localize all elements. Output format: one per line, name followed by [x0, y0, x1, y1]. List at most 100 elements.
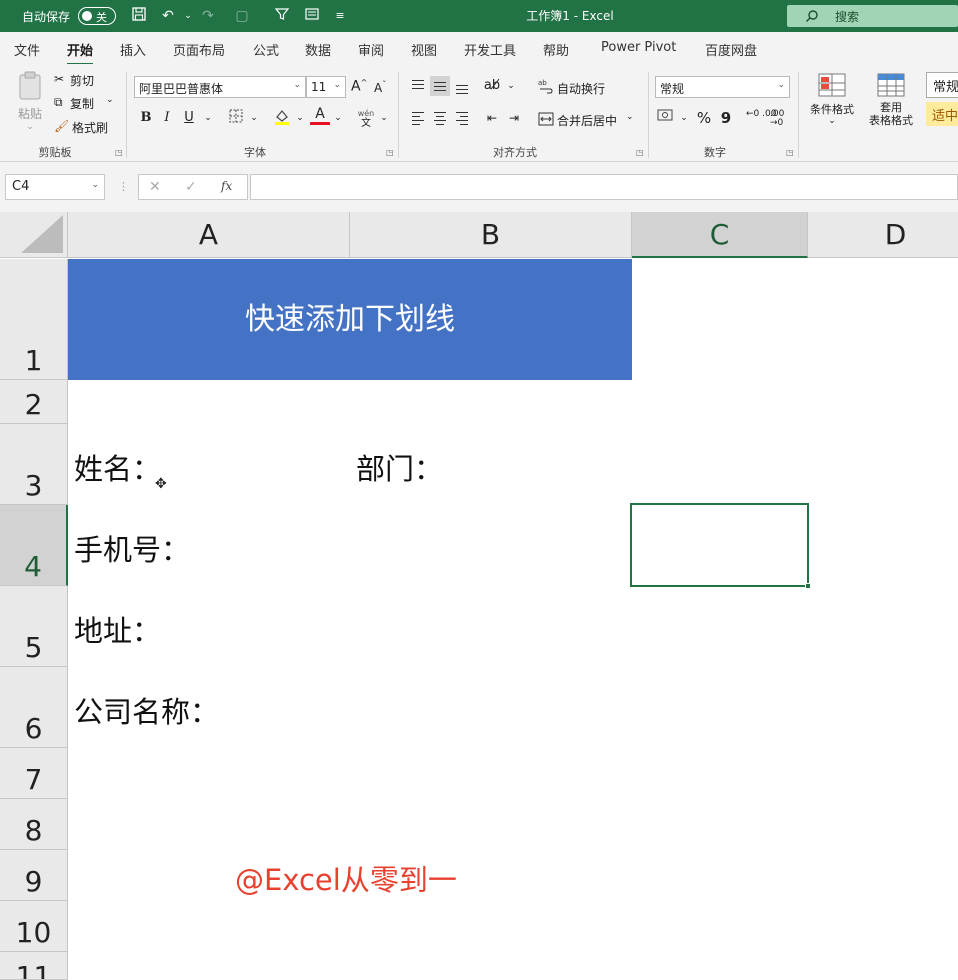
clipboard-launcher-icon[interactable]: ◳: [115, 148, 123, 157]
row-header-4[interactable]: 4: [0, 505, 68, 586]
fill-color-icon[interactable]: [272, 108, 292, 128]
align-middle-icon[interactable]: [430, 76, 450, 96]
paste-button[interactable]: 粘贴 ⌄: [14, 70, 46, 132]
customize-qat-icon[interactable]: ≡: [330, 6, 350, 26]
company-label-cell[interactable]: 公司名称：: [74, 689, 219, 731]
accounting-format-icon[interactable]: [656, 108, 676, 128]
number-format-select[interactable]: 常规 ⌄: [655, 76, 790, 98]
bold-button[interactable]: B: [136, 108, 156, 128]
merge-center-button[interactable]: 合并后居中: [557, 112, 617, 129]
decrease-font-button[interactable]: Aˇ: [374, 80, 386, 95]
column-header-b[interactable]: B: [350, 212, 632, 258]
tab-home[interactable]: 开始: [67, 40, 94, 66]
decrease-decimal-button[interactable]: .00 →0: [770, 110, 792, 128]
orientation-dropdown-icon[interactable]: ⌄: [501, 76, 521, 96]
align-right-icon[interactable]: [452, 108, 472, 128]
cancel-icon[interactable]: ✕: [149, 179, 161, 195]
row-header-10[interactable]: 10: [0, 901, 68, 952]
copy-button[interactable]: 复制: [70, 95, 94, 112]
copy-dropdown-icon[interactable]: ⌄: [106, 95, 114, 105]
font-name-select[interactable]: 阿里巴巴普惠体 ⌄: [134, 76, 306, 98]
format-as-table-button[interactable]: 套用 表格格式: [860, 72, 922, 127]
row-header-9[interactable]: 9: [0, 850, 68, 901]
row-header-1[interactable]: 1: [0, 259, 68, 380]
font-size-select[interactable]: 11 ⌄: [306, 76, 346, 98]
formula-input[interactable]: [250, 174, 958, 200]
active-cell-c4[interactable]: [630, 503, 811, 589]
merge-center-dropdown-icon[interactable]: ⌄: [626, 112, 634, 122]
search-box[interactable]: 搜索: [787, 5, 958, 27]
tab-file[interactable]: 文件: [14, 40, 40, 59]
filter-icon[interactable]: [272, 6, 292, 26]
tab-page-layout[interactable]: 页面布局: [173, 40, 225, 59]
borders-dropdown-icon[interactable]: ⌄: [244, 108, 264, 128]
column-header-a[interactable]: A: [68, 212, 350, 258]
autosave-toggle[interactable]: 关: [78, 7, 116, 25]
font-launcher-icon[interactable]: ◳: [386, 148, 394, 157]
conditional-format-button[interactable]: 条件格式 ⌄: [806, 72, 858, 126]
increase-font-button[interactable]: A^: [351, 78, 367, 95]
align-bottom-icon[interactable]: [452, 76, 472, 96]
alignment-launcher-icon[interactable]: ◳: [636, 148, 644, 157]
wrap-text-button[interactable]: 自动换行: [557, 80, 605, 97]
tab-insert[interactable]: 插入: [120, 40, 146, 59]
row-header-3[interactable]: 3: [0, 424, 68, 505]
enter-icon[interactable]: ✓: [185, 179, 197, 195]
column-header-c[interactable]: C: [632, 212, 808, 258]
row-header-5[interactable]: 5: [0, 586, 68, 667]
accounting-dropdown-icon[interactable]: ⌄: [674, 108, 694, 128]
tab-developer[interactable]: 开发工具: [464, 40, 516, 59]
row-header-11[interactable]: 11: [0, 952, 68, 980]
align-left-icon[interactable]: [408, 108, 428, 128]
font-color-dropdown-icon[interactable]: ⌄: [328, 108, 348, 128]
style-neutral[interactable]: 适中: [926, 102, 958, 126]
name-box[interactable]: C4 ⌄: [5, 174, 105, 200]
row-header-7[interactable]: 7: [0, 748, 68, 799]
department-label-cell[interactable]: 部门：: [356, 446, 443, 488]
fill-handle[interactable]: [805, 583, 811, 589]
tab-view[interactable]: 视图: [411, 40, 437, 59]
style-normal[interactable]: 常规: [926, 72, 958, 98]
align-center-icon[interactable]: [430, 108, 450, 128]
underline-button[interactable]: U: [179, 108, 199, 128]
tab-power-pivot[interactable]: Power Pivot: [601, 40, 676, 55]
title-cell[interactable]: 快速添加下划线: [68, 259, 632, 380]
insert-function-icon[interactable]: fx: [221, 179, 232, 193]
row-header-8[interactable]: 8: [0, 799, 68, 850]
row-header-6[interactable]: 6: [0, 667, 68, 748]
tab-data[interactable]: 数据: [305, 40, 331, 59]
phonetic-dropdown-icon[interactable]: ⌄: [374, 108, 394, 128]
row-header-2[interactable]: 2: [0, 380, 68, 424]
shapes-icon[interactable]: ▢: [232, 6, 252, 26]
column-header-d[interactable]: D: [808, 212, 958, 258]
align-top-icon[interactable]: [408, 76, 428, 96]
comma-style-button[interactable]: 9: [716, 108, 736, 128]
tab-help[interactable]: 帮助: [543, 40, 569, 59]
tab-review[interactable]: 审阅: [358, 40, 384, 59]
borders-icon[interactable]: [226, 108, 246, 128]
percent-style-button[interactable]: %: [694, 108, 714, 128]
select-all-button[interactable]: [0, 212, 68, 258]
cut-button[interactable]: 剪切: [70, 72, 94, 89]
name-label-cell[interactable]: 姓名：: [74, 446, 161, 488]
phonetic-button[interactable]: wén 文: [356, 108, 376, 129]
increase-decimal-button[interactable]: ←0 .00: [746, 110, 776, 119]
tab-baidu-netdisk[interactable]: 百度网盘: [705, 40, 757, 59]
fill-color-dropdown-icon[interactable]: ⌄: [290, 108, 310, 128]
redo-icon[interactable]: ↷: [198, 6, 218, 26]
underline-dropdown-icon[interactable]: ⌄: [198, 108, 218, 128]
tab-formulas[interactable]: 公式: [253, 40, 279, 59]
address-label-cell[interactable]: 地址：: [74, 608, 161, 650]
form-icon[interactable]: [302, 6, 322, 26]
format-painter-button[interactable]: 格式刷: [72, 119, 108, 136]
italic-button[interactable]: I: [157, 108, 177, 128]
orientation-icon[interactable]: ab̸: [482, 76, 502, 96]
number-launcher-icon[interactable]: ◳: [786, 148, 794, 157]
undo-icon[interactable]: ↶: [158, 6, 178, 26]
undo-dropdown-icon[interactable]: ⌄: [178, 6, 198, 26]
phone-label-cell[interactable]: 手机号：: [74, 527, 190, 569]
increase-indent-icon[interactable]: ⇥: [504, 108, 524, 128]
save-icon[interactable]: [129, 6, 149, 26]
decrease-indent-icon[interactable]: ⇤: [482, 108, 502, 128]
font-color-button[interactable]: A: [310, 106, 330, 125]
